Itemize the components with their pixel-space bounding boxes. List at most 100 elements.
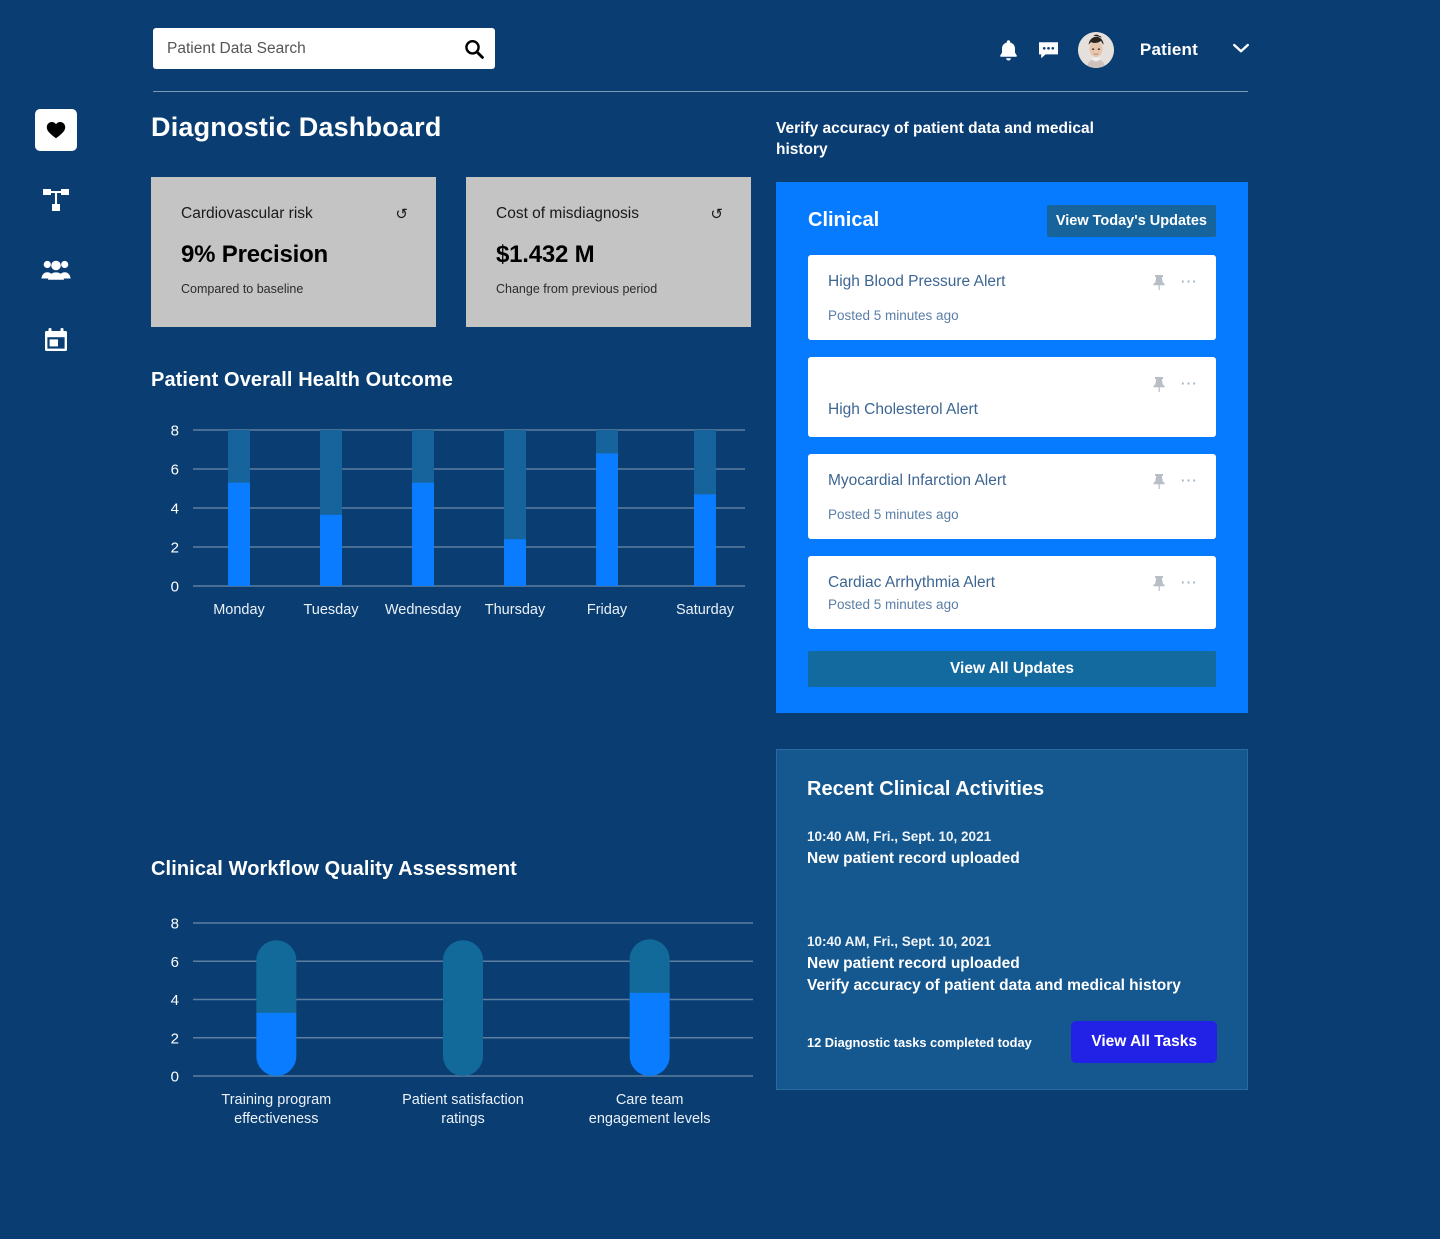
svg-text:Monday: Monday	[213, 602, 265, 618]
tasks-completed-count: 12 Diagnostic tasks completed today	[807, 1035, 1032, 1050]
header-actions: Patient	[998, 32, 1250, 68]
alert-card-myocardial-infarction[interactable]: Myocardial Infarction Alert ⋯ Posted 5 m…	[808, 454, 1216, 539]
more-icon[interactable]: ⋯	[1180, 379, 1198, 389]
stat-sub: Compared to baseline	[181, 282, 408, 296]
svg-text:0: 0	[171, 1069, 179, 1086]
alert-card-high-cholesterol[interactable]: ⋯ High Cholesterol Alert	[808, 357, 1216, 437]
heart-icon	[46, 121, 66, 139]
people-icon	[41, 258, 71, 282]
svg-text:Saturday: Saturday	[676, 602, 735, 618]
page-title: Diagnostic Dashboard	[151, 112, 751, 143]
pin-icon[interactable]	[1152, 473, 1166, 489]
alert-sub: Posted 5 minutes ago	[828, 507, 1198, 522]
stat-value: $1.432 M	[496, 241, 723, 269]
header-divider	[153, 91, 1248, 92]
top-bar: Patient	[0, 0, 1440, 92]
search-button[interactable]	[453, 28, 495, 69]
pin-icon[interactable]	[1152, 376, 1166, 392]
recent-clinical-activities-panel: Recent Clinical Activities 10:40 AM, Fri…	[776, 749, 1248, 1090]
stat-card-cost-of-misdiagnosis: Cost of misdiagnosis ↺ $1.432 M Change f…	[466, 177, 751, 327]
clinical-panel: Clinical View Today's Updates High Blood…	[776, 182, 1248, 714]
svg-text:effectiveness: effectiveness	[234, 1111, 318, 1127]
activity-main: New patient record uploaded	[807, 850, 1217, 868]
stat-value: 9% Precision	[181, 241, 408, 269]
activity-desc: Verify accuracy of patient data and medi…	[807, 975, 1217, 996]
chat-bubble-icon	[1037, 40, 1060, 60]
activity-main: New patient record uploaded	[807, 955, 1217, 973]
svg-text:Training program: Training program	[221, 1092, 331, 1108]
view-all-tasks-button[interactable]: View All Tasks	[1071, 1021, 1217, 1063]
svg-text:8: 8	[171, 423, 179, 440]
sitemap-icon	[42, 187, 70, 213]
search-input[interactable]	[153, 40, 453, 58]
svg-text:Thursday: Thursday	[485, 602, 546, 618]
alert-card-cardiac-arrhythmia[interactable]: Cardiac Arrhythmia Alert ⋯ Posted 5 minu…	[808, 556, 1216, 629]
sidebar	[0, 95, 112, 375]
svg-text:Tuesday: Tuesday	[303, 602, 359, 618]
more-icon[interactable]: ⋯	[1180, 277, 1198, 287]
sidebar-item-health[interactable]	[0, 95, 112, 165]
sidebar-item-schedule[interactable]	[0, 305, 112, 375]
alert-title: High Blood Pressure Alert	[828, 272, 1015, 292]
view-todays-updates-button[interactable]: View Today's Updates	[1047, 205, 1216, 237]
sidebar-item-network[interactable]	[0, 165, 112, 235]
more-icon[interactable]: ⋯	[1180, 578, 1198, 588]
sidebar-item-patients[interactable]	[0, 235, 112, 305]
chart-title: Patient Overall Health Outcome	[151, 369, 751, 392]
user-avatar	[1078, 32, 1114, 68]
svg-text:8: 8	[171, 916, 179, 933]
notifications-button[interactable]	[998, 39, 1019, 62]
refresh-icon[interactable]: ↺	[395, 207, 408, 222]
alert-card-high-blood-pressure[interactable]: High Blood Pressure Alert ⋯ Posted 5 min…	[808, 255, 1216, 340]
chevron-down-icon	[1232, 42, 1250, 54]
activities-title: Recent Clinical Activities	[807, 778, 1217, 801]
svg-text:Wednesday: Wednesday	[385, 602, 462, 618]
alert-title: Myocardial Infarction Alert	[828, 471, 1016, 491]
alert-title: High Cholesterol Alert	[828, 400, 1198, 420]
alert-sub: Posted 5 minutes ago	[828, 597, 1198, 612]
svg-text:2: 2	[171, 1030, 179, 1047]
intro-text: Verify accuracy of patient data and medi…	[776, 118, 1146, 161]
alert-sub: Posted 5 minutes ago	[828, 308, 1198, 323]
activity-entry: 10:40 AM, Fri., Sept. 10, 2021 New patie…	[807, 934, 1217, 996]
activity-entry: 10:40 AM, Fri., Sept. 10, 2021 New patie…	[807, 829, 1217, 868]
calendar-icon	[43, 327, 69, 353]
chart-clinical-workflow-quality: Clinical Workflow Quality Assessment 0 2 4…	[151, 858, 751, 1132]
activity-time: 10:40 AM, Fri., Sept. 10, 2021	[807, 934, 1217, 949]
svg-text:6: 6	[171, 954, 179, 971]
svg-text:Care team: Care team	[616, 1092, 684, 1108]
pin-icon[interactable]	[1152, 575, 1166, 591]
view-all-updates-button[interactable]: View All Updates	[808, 651, 1216, 687]
right-panel: Verify accuracy of patient data and medi…	[776, 118, 1248, 1090]
svg-text:4: 4	[171, 992, 179, 1009]
stat-sub: Change from previous period	[496, 282, 723, 296]
messages-button[interactable]	[1037, 40, 1060, 60]
main-content: Diagnostic Dashboard Cardiovascular risk…	[151, 112, 751, 1132]
clinical-title: Clinical	[808, 209, 879, 232]
activity-time: 10:40 AM, Fri., Sept. 10, 2021	[807, 829, 1217, 844]
refresh-icon[interactable]: ↺	[710, 207, 723, 222]
more-icon[interactable]: ⋯	[1180, 476, 1198, 486]
bell-icon	[998, 39, 1019, 62]
svg-text:engagement levels: engagement levels	[589, 1111, 711, 1127]
stat-card-cardiovascular-risk: Cardiovascular risk ↺ 9% Precision Compa…	[151, 177, 436, 327]
svg-text:ratings: ratings	[441, 1111, 485, 1127]
svg-text:Friday: Friday	[587, 602, 628, 618]
user-menu-button[interactable]	[1232, 41, 1250, 59]
bar-chart-health-outcome: 0 2 4 6 8 Monday Tuesday Wednesday Thursday Frida…	[151, 414, 751, 634]
chart-title: Clinical Workflow Quality Assessment	[151, 858, 751, 881]
bar-chart-workflow-quality: 0 2 4 6 8 Training program effectiveness Patien…	[151, 907, 761, 1132]
svg-text:2: 2	[171, 540, 179, 557]
svg-text:0: 0	[171, 579, 179, 596]
svg-text:6: 6	[171, 462, 179, 479]
stat-label: Cardiovascular risk	[181, 205, 313, 223]
pin-icon[interactable]	[1152, 274, 1166, 290]
svg-text:4: 4	[171, 501, 179, 518]
search-icon	[463, 38, 485, 60]
search-bar[interactable]	[153, 28, 495, 69]
user-name: Patient	[1140, 40, 1198, 60]
dashboard-page: Patient	[0, 0, 1440, 1239]
avatar[interactable]	[1078, 32, 1114, 68]
svg-text:Patient satisfaction: Patient satisfaction	[402, 1092, 524, 1108]
alert-title: Cardiac Arrhythmia Alert	[828, 573, 1005, 593]
